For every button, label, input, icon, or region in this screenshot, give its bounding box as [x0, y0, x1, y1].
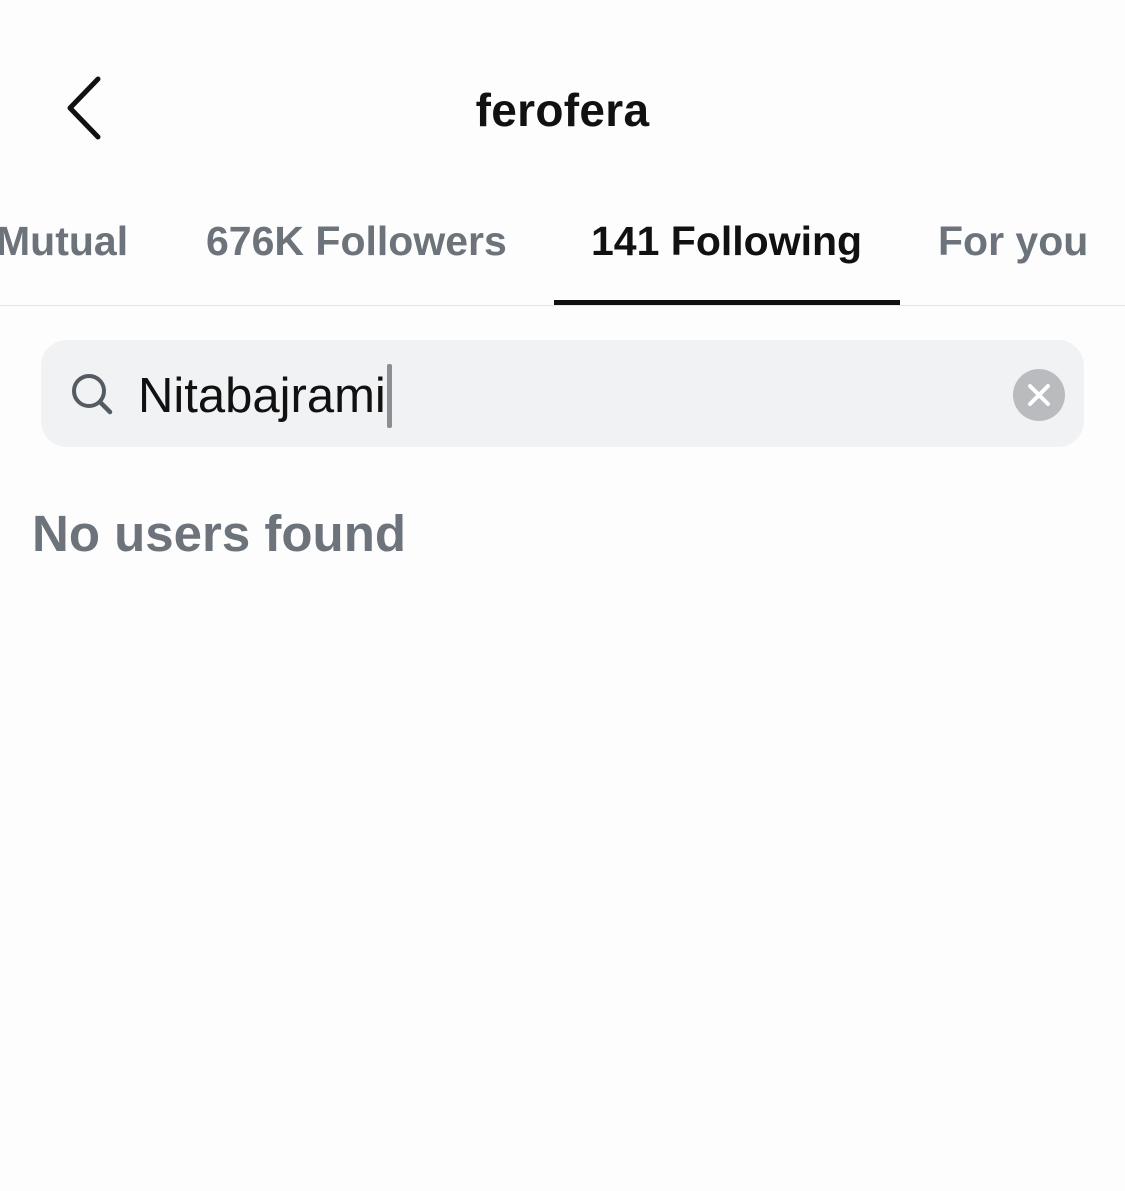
empty-state-message: No users found: [32, 505, 407, 562]
search-input[interactable]: Nitabajrami: [138, 364, 392, 428]
header: ferofera: [0, 0, 1125, 200]
search-icon: [72, 374, 113, 415]
tab-for-you[interactable]: For you: [938, 216, 1088, 266]
search-input-value: Nitabajrami: [138, 369, 386, 423]
tab-followers[interactable]: 676K Followers: [206, 216, 507, 266]
search-bar[interactable]: Nitabajrami: [41, 340, 1084, 447]
following-screen: ferofera Mutual 676K Followers 141 Follo…: [0, 0, 1125, 1191]
text-caret: [386, 364, 392, 428]
page-title: ferofera: [475, 84, 650, 136]
tab-following[interactable]: 141 Following: [591, 216, 862, 266]
clear-search-button[interactable]: [1013, 369, 1065, 421]
tab-mutual[interactable]: Mutual: [0, 216, 128, 266]
active-tab-indicator: [554, 300, 900, 305]
clear-icon: [1028, 384, 1050, 406]
tab-bar: Mutual 676K Followers 141 Following For …: [0, 200, 1125, 306]
